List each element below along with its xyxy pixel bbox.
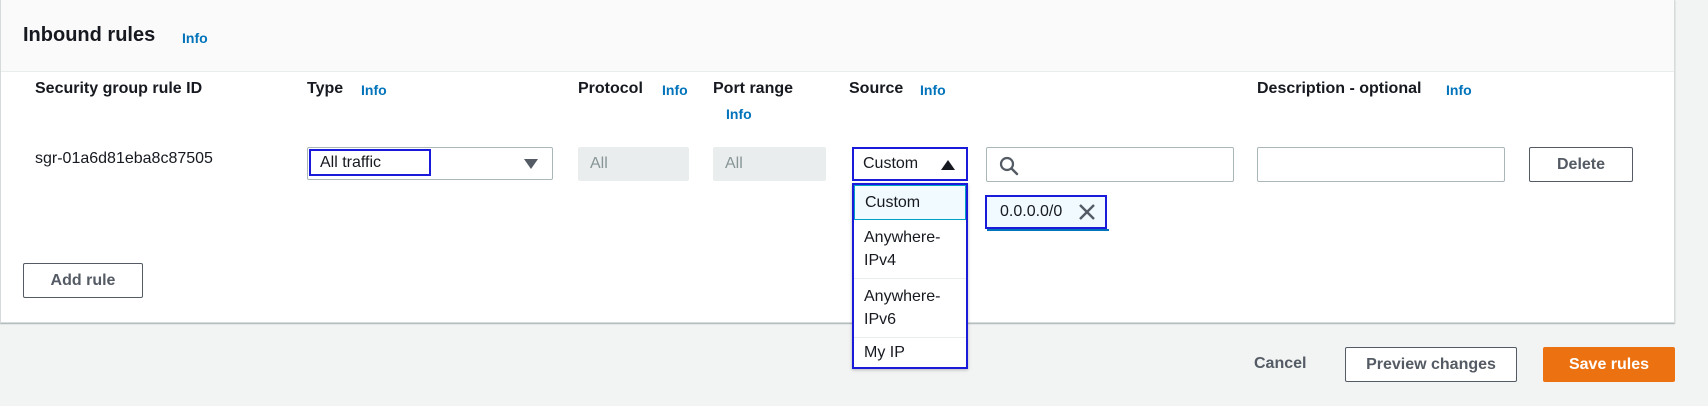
protocol-info-link[interactable]: Info [662, 82, 688, 98]
panel-header: Inbound rules Info [1, 0, 1674, 72]
source-option-label: Custom [865, 194, 921, 211]
cancel-button[interactable]: Cancel [1254, 355, 1306, 373]
type-select[interactable]: All traffic [307, 147, 553, 180]
add-rule-button[interactable]: Add rule [23, 263, 143, 298]
source-option-my-ip[interactable]: My IP [854, 339, 966, 367]
panel-title: Inbound rules [23, 24, 156, 46]
column-header-type: Type [307, 80, 344, 97]
source-select-value: Custom [863, 155, 919, 172]
source-option-anywhere-ipv4[interactable]: Anywhere- IPv4 [854, 221, 966, 279]
column-header-rule-id: Security group rule ID [35, 80, 203, 97]
type-select-value: All traffic [309, 149, 431, 176]
port-range-field: All [713, 147, 826, 181]
delete-rule-button[interactable]: Delete [1529, 147, 1633, 182]
rule-id-value: sgr-01a6d81eba8c87505 [35, 150, 213, 167]
cidr-token: 0.0.0.0/0 [985, 195, 1109, 231]
chevron-down-icon [524, 159, 538, 169]
inbound-rules-panel: Inbound rules Info Security group rule I… [0, 0, 1675, 369]
source-option-label-line1: Anywhere- [864, 229, 941, 246]
source-option-label-line2: IPv4 [864, 252, 897, 269]
save-rules-button[interactable]: Save rules [1543, 347, 1675, 382]
column-header-source: Source [849, 80, 904, 97]
token-underline [987, 229, 1109, 231]
source-option-label: My IP [864, 344, 905, 361]
column-header-description: Description - optional [1257, 80, 1422, 97]
close-icon[interactable] [1077, 202, 1097, 222]
source-search-input[interactable] [986, 147, 1234, 182]
type-info-link[interactable]: Info [361, 82, 387, 98]
description-input[interactable] [1257, 147, 1505, 182]
protocol-field: All [578, 147, 689, 181]
cidr-token-label: 0.0.0.0/0 [1000, 203, 1063, 220]
source-info-link[interactable]: Info [920, 82, 946, 98]
chevron-up-icon [941, 160, 955, 170]
panel-info-link[interactable]: Info [182, 30, 208, 46]
source-option-label-line2: IPv6 [864, 311, 897, 328]
source-option-label-line1: Anywhere- [864, 288, 941, 305]
source-select[interactable]: Custom [852, 147, 968, 181]
source-option-custom[interactable]: Custom [854, 185, 966, 220]
column-header-port-range: Port range [713, 80, 794, 97]
source-option-anywhere-ipv6[interactable]: Anywhere- IPv6 [854, 280, 966, 338]
source-dropdown-menu: Custom Anywhere- IPv4 Anywhere- IPv6 My … [852, 183, 968, 369]
column-header-protocol: Protocol [578, 80, 643, 97]
preview-changes-button[interactable]: Preview changes [1345, 347, 1517, 382]
search-icon [999, 156, 1019, 176]
description-info-link[interactable]: Info [1446, 82, 1472, 98]
port-range-info-link[interactable]: Info [726, 106, 752, 122]
